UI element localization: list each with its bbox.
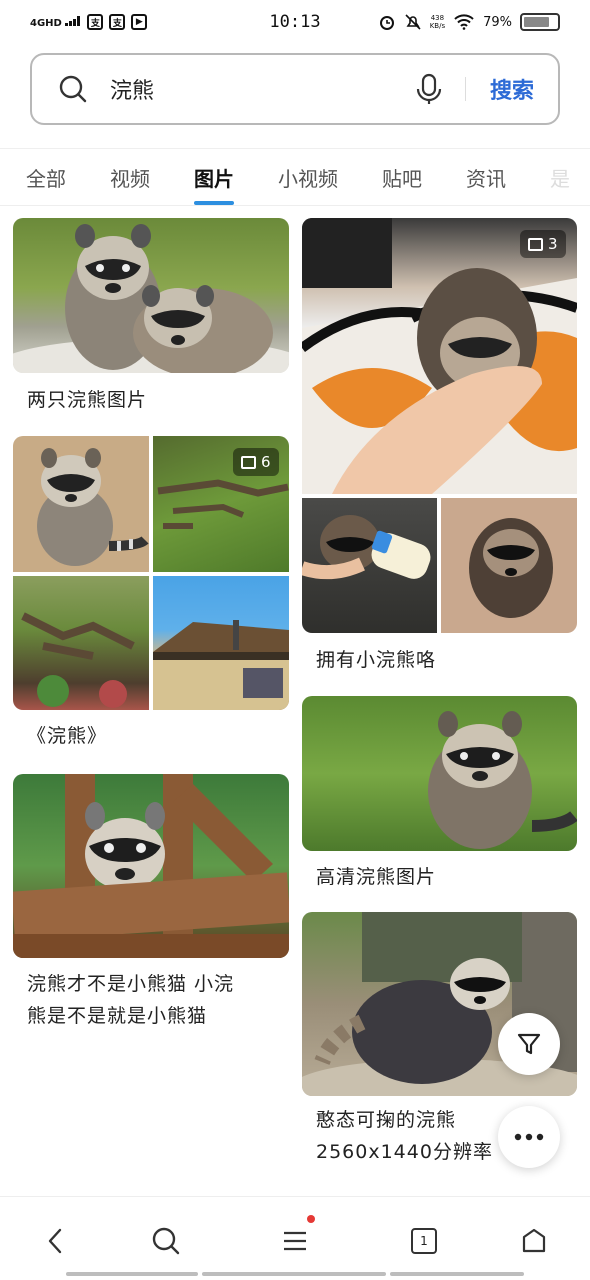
result-card-two-raccoons[interactable]: 两只浣熊图片 (13, 218, 289, 428)
tab-video[interactable]: 视频 (88, 149, 172, 205)
tab-all[interactable]: 全部 (0, 149, 88, 205)
tab-short-video[interactable]: 小视频 (256, 149, 360, 205)
result-card-grid[interactable]: 6 《浣熊》 (13, 436, 289, 766)
search-input[interactable]: 浣熊 (110, 73, 415, 105)
battery-percent: 79% (483, 14, 512, 30)
grid-image-raccoon[interactable] (13, 436, 149, 572)
image-count: 3 (548, 235, 558, 253)
menu-icon (284, 1231, 306, 1251)
search-icon (152, 1227, 180, 1255)
notification-dot (307, 1215, 315, 1223)
result-image[interactable] (302, 218, 577, 494)
search-nav-button[interactable] (146, 1221, 186, 1261)
result-card-baby-raccoon[interactable]: 3 拥有小浣熊咯 (302, 218, 577, 698)
home-icon (522, 1228, 546, 1253)
filter-icon (517, 1033, 541, 1055)
gesture-bar-left (66, 1272, 198, 1276)
caption-line-1: 浣熊才不是小熊猫 小浣 (27, 973, 235, 995)
result-card-fence-raccoon[interactable]: 浣熊才不是小熊猫 小浣 熊是不是就是小熊猫 (13, 774, 289, 1044)
mute-icon (405, 14, 421, 30)
back-button[interactable] (36, 1221, 76, 1261)
back-icon (48, 1228, 62, 1254)
filter-button[interactable] (498, 1013, 560, 1075)
raccoon-fence (13, 774, 289, 958)
search-icon (59, 75, 87, 103)
menu-button[interactable] (275, 1215, 315, 1261)
tab-news[interactable]: 资讯 (444, 149, 528, 205)
more-icon (514, 1133, 544, 1141)
image-count-badge: 6 (233, 448, 279, 476)
result-image[interactable] (13, 218, 289, 373)
search-box[interactable]: 浣熊 搜索 (30, 53, 560, 125)
thumb-image-bottle[interactable] (302, 498, 437, 633)
result-card-hd-raccoon[interactable]: 高清浣熊图片 (302, 696, 577, 896)
raccoon-grass (428, 711, 577, 849)
status-right: 438 KB/s 79% (378, 13, 560, 31)
tab-count: 1 (420, 1234, 428, 1248)
result-caption[interactable]: 浣熊才不是小熊猫 小浣 熊是不是就是小熊猫 (27, 968, 289, 1032)
tabs-button[interactable]: 1 (404, 1221, 444, 1261)
gallery-icon (528, 237, 543, 251)
search-divider (464, 77, 466, 101)
microphone-icon[interactable] (415, 73, 443, 105)
home-button[interactable] (514, 1221, 554, 1261)
more-button[interactable] (498, 1106, 560, 1168)
battery-icon (520, 13, 560, 31)
raccoon-sitting (37, 448, 149, 566)
thumb-image-raccoon[interactable] (441, 498, 577, 633)
result-image[interactable] (302, 696, 577, 851)
alarm-icon (379, 16, 394, 30)
battery-level (524, 17, 550, 27)
grid-image-roof[interactable] (153, 576, 289, 710)
tab-tieba[interactable]: 贴吧 (360, 149, 444, 205)
raccoon-on-rug (302, 218, 577, 494)
raccoon-crawling (469, 518, 553, 618)
image-count: 6 (261, 453, 271, 471)
gesture-bar-center (202, 1272, 386, 1276)
result-caption[interactable]: 高清浣熊图片 (316, 861, 566, 893)
net-speed-unit: KB/s (429, 22, 446, 30)
dug-lawn (21, 612, 135, 708)
search-button[interactable]: 搜索 (490, 73, 534, 105)
tab-more[interactable]: 是 (528, 149, 590, 205)
net-speed-value: 438 (430, 14, 445, 22)
bottom-navigation: 1 (0, 1196, 590, 1280)
result-caption[interactable]: 拥有小浣熊咯 (316, 644, 566, 676)
wifi-icon (454, 14, 474, 30)
result-caption[interactable]: 两只浣熊图片 (27, 384, 277, 416)
category-tabs: 全部 视频 图片 小视频 贴吧 资讯 是 (0, 148, 590, 206)
caption-line-2: 熊是不是就是小熊猫 (27, 1005, 208, 1027)
caption-line-1: 憨态可掬的浣熊 (316, 1109, 457, 1131)
result-image[interactable] (13, 774, 289, 958)
tab-images[interactable]: 图片 (172, 149, 256, 205)
tabs-icon: 1 (411, 1228, 437, 1254)
raccoon-illustration (13, 224, 289, 373)
gallery-icon (241, 455, 256, 469)
grid-image-dirt[interactable] (13, 576, 149, 710)
house-roof (153, 620, 289, 710)
net-speed: 438 KB/s (430, 14, 445, 30)
raccoon-bottle (302, 515, 431, 580)
status-bar: 4GHD 支 支 ▶ 10:13 438 KB/s 79% (0, 0, 590, 44)
image-count-badge: 3 (520, 230, 566, 258)
gesture-bar-right (390, 1272, 524, 1276)
caption-line-2: 2560x1440分辨率 (316, 1141, 493, 1163)
result-caption[interactable]: 《浣熊》 (27, 720, 277, 752)
